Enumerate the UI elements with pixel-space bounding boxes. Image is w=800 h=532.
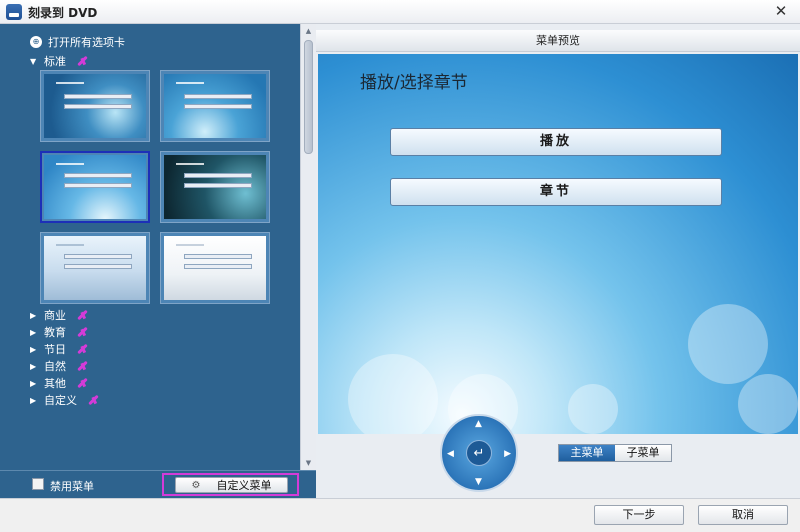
scroll-down-icon[interactable]: ▼ — [301, 456, 316, 470]
template-thumbnail[interactable] — [40, 232, 150, 304]
nav-up-icon[interactable]: ▲ — [475, 419, 482, 429]
category-education[interactable]: ▶ 教育 — [30, 325, 92, 339]
tab-sub-menu[interactable]: 子菜单 — [615, 445, 671, 461]
check-mark-icon — [76, 360, 92, 372]
check-mark-icon — [76, 326, 92, 338]
title-bar: 刻录到 DVD ✕ — [0, 0, 800, 24]
template-thumbnail[interactable] — [160, 232, 270, 304]
menu-options-bar: 禁用菜单 ⚙ 自定义菜单 — [0, 470, 316, 498]
custom-menu-highlight: ⚙ 自定义菜单 — [162, 473, 299, 496]
dvd-app-icon — [6, 4, 22, 20]
custom-menu-button[interactable]: ⚙ 自定义菜单 — [175, 477, 288, 493]
menu-preview: 播放/选择章节 播放 章节 — [318, 54, 798, 434]
nav-left-icon[interactable]: ◀ — [447, 449, 454, 459]
preview-panel: 菜单预览 播放/选择章节 播放 章节 ▲ ▼ ◀ ▶ ↵ 主菜单 子菜单 — [316, 24, 800, 498]
expand-all-icon: ⊕ — [30, 36, 42, 48]
category-label: 其他 — [44, 377, 66, 390]
collapsed-arrow-icon: ▶ — [30, 378, 37, 388]
collapsed-arrow-icon: ▶ — [30, 361, 37, 371]
template-list: ⊕ 打开所有选项卡 ▼ 标准 ▶ 商业 ▶ 教育 ▶ 节日 ▶ 自然 ▶ 其他 … — [0, 24, 300, 470]
check-mark-icon — [76, 377, 92, 389]
template-panel: ⊕ 打开所有选项卡 ▼ 标准 ▶ 商业 ▶ 教育 ▶ 节日 ▶ 自然 ▶ 其他 … — [0, 24, 316, 470]
template-scrollbar[interactable]: ▲ ▼ — [300, 24, 316, 470]
preview-header: 菜单预览 — [316, 30, 800, 52]
open-all-label: 打开所有选项卡 — [48, 36, 125, 49]
check-mark-icon — [76, 343, 92, 355]
collapsed-arrow-icon: ▶ — [30, 327, 37, 337]
category-other[interactable]: ▶ 其他 — [30, 376, 92, 390]
disable-menu-label: 禁用菜单 — [50, 480, 94, 493]
template-thumbnail[interactable] — [160, 151, 270, 223]
category-nature[interactable]: ▶ 自然 — [30, 359, 92, 373]
collapsed-arrow-icon: ▶ — [30, 344, 37, 354]
cancel-button[interactable]: 取消 — [698, 505, 788, 525]
category-standard[interactable]: ▼ 标准 — [30, 54, 92, 68]
category-label: 自然 — [44, 360, 66, 373]
template-thumbnail[interactable] — [160, 70, 270, 142]
category-holiday[interactable]: ▶ 节日 — [30, 342, 92, 356]
scrollbar-thumb[interactable] — [304, 40, 313, 154]
category-business[interactable]: ▶ 商业 — [30, 308, 92, 322]
enter-icon[interactable]: ↵ — [466, 440, 492, 466]
menu-level-switch: 主菜单 子菜单 — [558, 444, 672, 462]
category-label: 教育 — [44, 326, 66, 339]
scroll-up-icon[interactable]: ▲ — [301, 24, 316, 38]
template-thumbnail[interactable] — [40, 70, 150, 142]
check-mark-icon — [87, 394, 103, 406]
window-title: 刻录到 DVD — [28, 6, 98, 20]
next-button[interactable]: 下一步 — [594, 505, 684, 525]
category-label: 商业 — [44, 309, 66, 322]
collapsed-arrow-icon: ▶ — [30, 395, 37, 405]
check-mark-icon — [76, 309, 92, 321]
nav-down-icon[interactable]: ▼ — [475, 477, 482, 487]
category-label: 自定义 — [44, 394, 77, 407]
navigation-pad[interactable]: ▲ ▼ ◀ ▶ ↵ — [440, 414, 518, 492]
play-button[interactable]: 播放 — [390, 128, 722, 156]
custom-menu-label: 自定义菜单 — [216, 479, 272, 492]
disable-menu-checkbox[interactable] — [32, 478, 44, 490]
category-custom[interactable]: ▶ 自定义 — [30, 393, 103, 407]
expanded-arrow-icon: ▼ — [30, 56, 37, 66]
preview-menu-title: 播放/选择章节 — [360, 73, 468, 93]
close-icon[interactable]: ✕ — [772, 2, 790, 20]
category-label: 节日 — [44, 343, 66, 356]
gear-icon: ⚙ — [191, 479, 201, 491]
template-thumbnail-selected[interactable] — [40, 151, 150, 223]
nav-right-icon[interactable]: ▶ — [504, 449, 511, 459]
category-label: 标准 — [44, 55, 66, 68]
open-all-tabs-link[interactable]: ⊕ 打开所有选项卡 — [30, 34, 125, 50]
collapsed-arrow-icon: ▶ — [30, 310, 37, 320]
tab-main-menu[interactable]: 主菜单 — [559, 445, 615, 461]
chapters-button[interactable]: 章节 — [390, 178, 722, 206]
footer: 下一步 取消 — [0, 498, 800, 532]
check-mark-icon — [76, 55, 92, 67]
